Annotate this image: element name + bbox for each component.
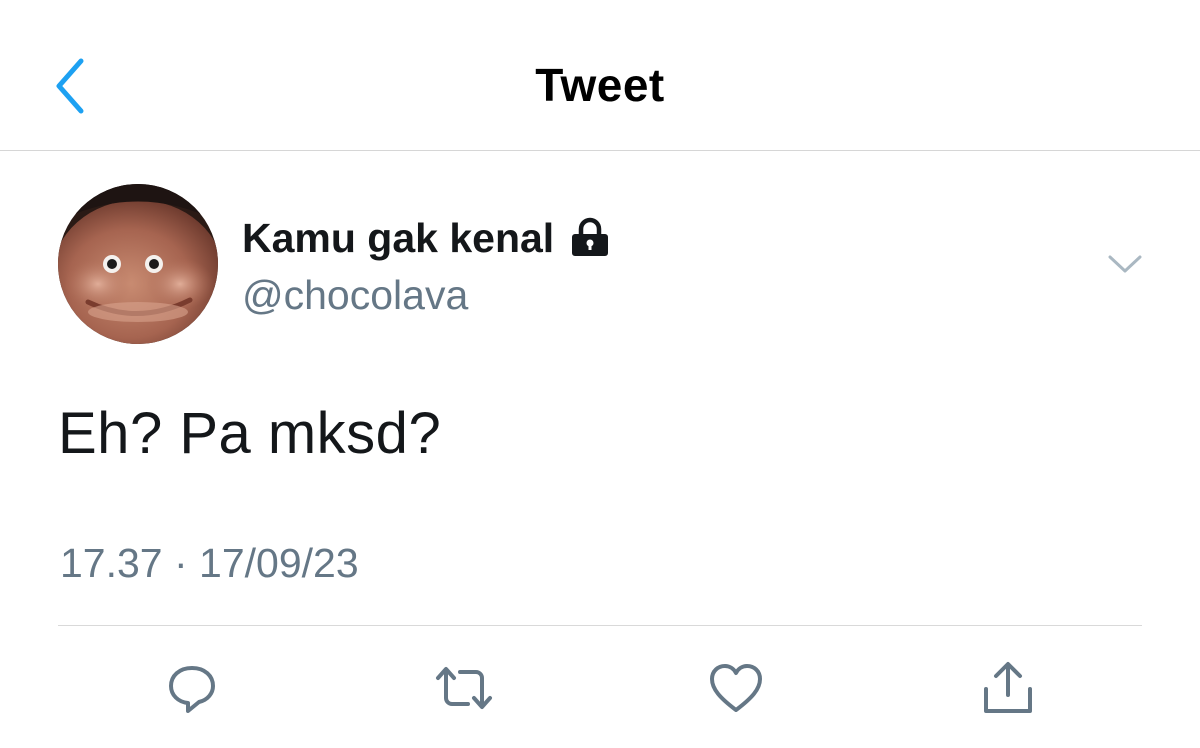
heart-icon bbox=[707, 661, 765, 715]
chevron-down-icon bbox=[1108, 254, 1142, 274]
tweet-text: Eh? Pa mksd? bbox=[58, 401, 442, 466]
more-options-button[interactable] bbox=[1100, 244, 1150, 284]
share-button[interactable] bbox=[976, 656, 1040, 720]
retweet-icon bbox=[432, 660, 496, 716]
reply-icon bbox=[164, 660, 220, 716]
reply-button[interactable] bbox=[160, 656, 224, 720]
author-name-row[interactable]: Kamu gak kenal bbox=[242, 212, 612, 264]
like-button[interactable] bbox=[704, 656, 768, 720]
author-display-name: Kamu gak kenal bbox=[242, 214, 555, 261]
divider bbox=[58, 625, 1142, 626]
tweet-timestamp: 17.37 · 17/09/23 bbox=[60, 540, 359, 586]
tweet-detail-screen: Tweet Kamu gak kenal @chocolava Eh? Pa m… bbox=[0, 0, 1200, 748]
author-handle[interactable]: @chocolava bbox=[242, 272, 468, 319]
header-bar: Tweet bbox=[0, 0, 1200, 151]
avatar[interactable] bbox=[58, 184, 218, 344]
share-icon bbox=[980, 659, 1036, 717]
page-title: Tweet bbox=[535, 59, 665, 111]
lock-icon bbox=[568, 216, 612, 260]
retweet-button[interactable] bbox=[432, 656, 496, 720]
